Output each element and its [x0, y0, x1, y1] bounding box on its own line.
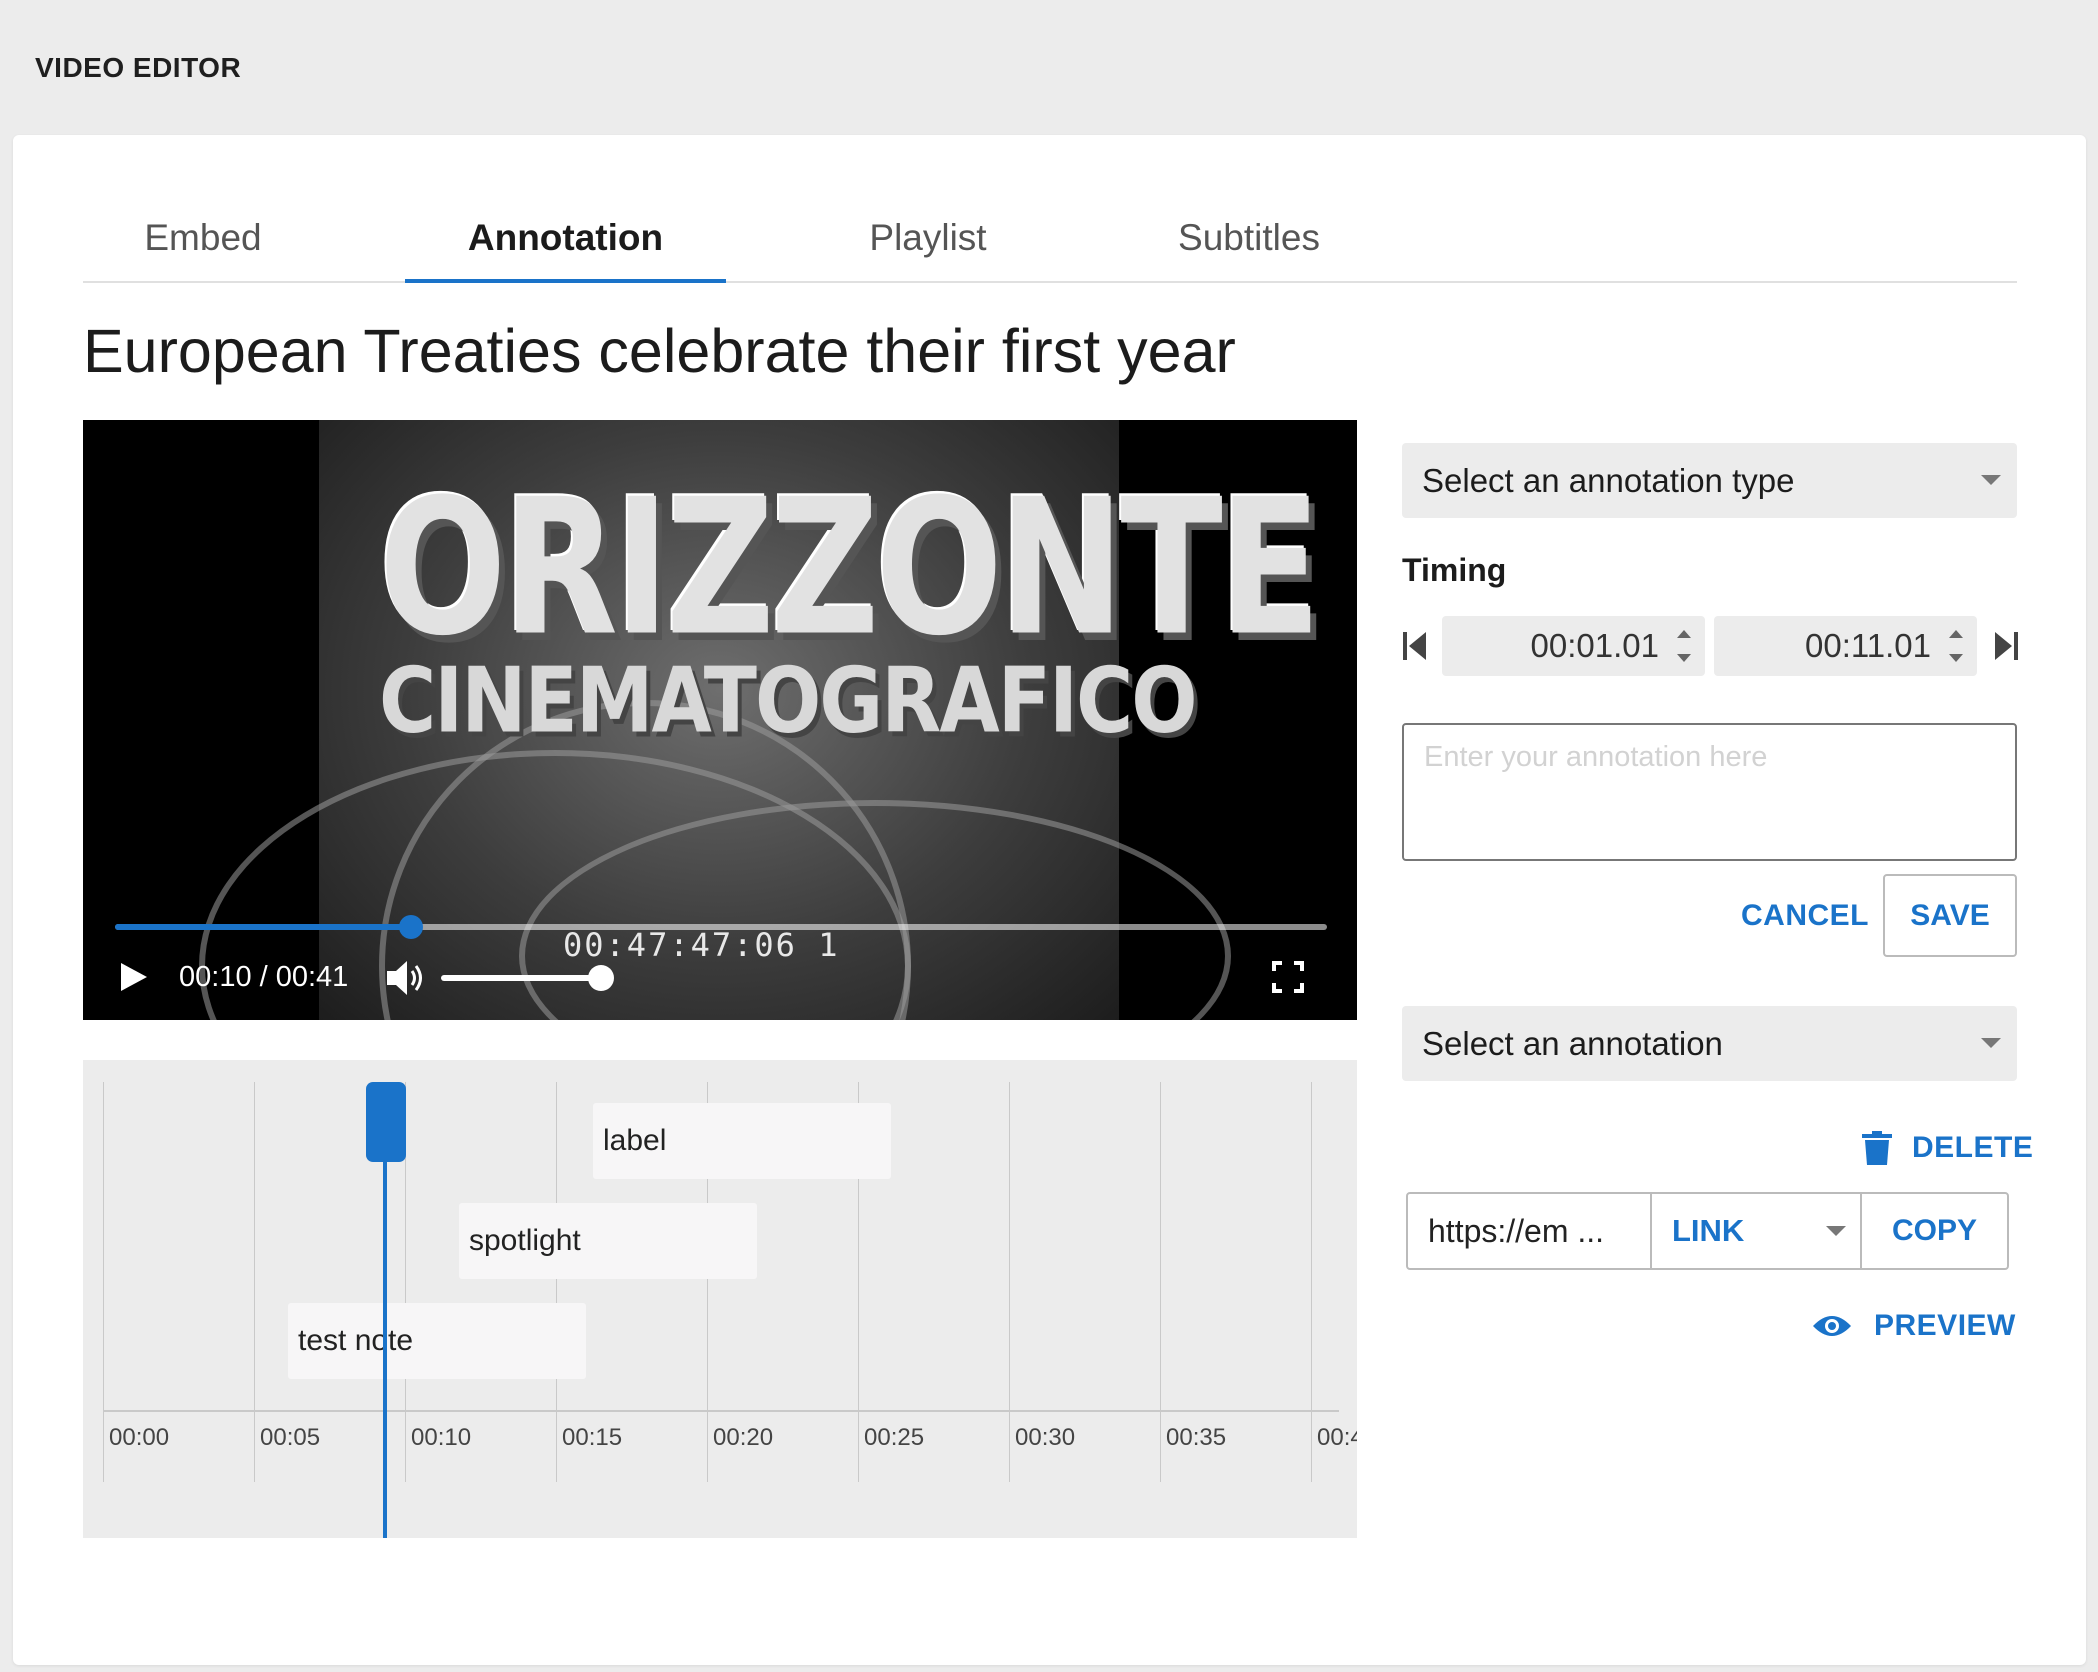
- volume-icon[interactable]: [385, 958, 427, 998]
- timeline-tick-label: 00:30: [1015, 1424, 1076, 1451]
- volume-slider[interactable]: [441, 975, 601, 981]
- volume-handle[interactable]: [588, 965, 614, 991]
- copy-button[interactable]: COPY: [1862, 1194, 2007, 1268]
- timeline-tick-label: 00:35: [1166, 1424, 1227, 1451]
- tab-subtitles[interactable]: Subtitles: [1129, 195, 1369, 281]
- tab-playlist[interactable]: Playlist: [808, 195, 1048, 281]
- annotation-block-label[interactable]: label: [593, 1103, 891, 1179]
- preview-label: PREVIEW: [1874, 1309, 2016, 1342]
- annotation-text-input[interactable]: [1402, 723, 2017, 861]
- end-time-field[interactable]: 00:11.01: [1714, 616, 1977, 676]
- timeline-gridline: [254, 1082, 255, 1482]
- delete-label: DELETE: [1912, 1131, 2034, 1164]
- delete-button[interactable]: DELETE: [1862, 1128, 2033, 1168]
- tab-embed[interactable]: Embed: [83, 195, 323, 281]
- video-player[interactable]: ORIZZONTE CINEMATOGRAFICO 00:47:47:06 1 …: [83, 420, 1357, 1020]
- skip-to-end-icon[interactable]: [1993, 630, 2019, 662]
- timeline-gridline: [1311, 1082, 1312, 1482]
- tab-bar: Embed Annotation Playlist Subtitles: [83, 195, 2017, 283]
- timeline-gridline: [1009, 1082, 1010, 1482]
- timing-label: Timing: [1402, 552, 1507, 588]
- playhead-line: [383, 1100, 387, 1538]
- frame-title-text: ORIZZONTE: [379, 460, 1321, 678]
- chevron-down-icon: [1826, 1226, 1846, 1236]
- timeline-tick-label: 00:05: [260, 1424, 321, 1451]
- annotation-block-spotlight[interactable]: spotlight: [459, 1203, 757, 1279]
- timeline-tick-label: 00:00: [109, 1424, 170, 1451]
- timeline-gridline: [556, 1082, 557, 1482]
- decrement-icon[interactable]: [1677, 654, 1691, 662]
- annotation-timeline[interactable]: 00:00 00:05 00:10 00:15 00:20 00:25 00:3…: [83, 1060, 1357, 1538]
- preview-button[interactable]: PREVIEW: [1812, 1306, 2016, 1346]
- annotation-type-select-label: Select an annotation type: [1422, 461, 1795, 499]
- timeline-tick-label: 00:10: [411, 1424, 472, 1451]
- timeline-tick-label: 00:25: [864, 1424, 925, 1451]
- chevron-down-icon: [1981, 1038, 2001, 1048]
- progress-bar[interactable]: [115, 915, 1327, 939]
- increment-icon[interactable]: [1677, 630, 1691, 638]
- progress-handle[interactable]: [398, 915, 423, 939]
- timeline-tick-label: 00:40: [1317, 1424, 1357, 1451]
- progress-fill: [115, 924, 411, 930]
- link-type-label: LINK: [1672, 1213, 1745, 1248]
- share-url-field[interactable]: https://em ...: [1408, 1194, 1652, 1268]
- annotation-select[interactable]: Select an annotation: [1402, 1006, 2017, 1081]
- time-readout: 00:10 / 00:41: [179, 961, 349, 993]
- link-type-select[interactable]: LINK: [1652, 1194, 1862, 1268]
- share-link-group: https://em ... LINK COPY: [1406, 1192, 2009, 1270]
- tab-annotation[interactable]: Annotation: [405, 195, 726, 283]
- trash-icon: [1862, 1131, 1892, 1165]
- burned-timecode: 00:47:47:06 1: [563, 926, 840, 964]
- cancel-button[interactable]: CANCEL: [1741, 899, 1869, 933]
- timeline-gridline: [103, 1082, 104, 1482]
- timeline-gridline: [1160, 1082, 1161, 1482]
- timeline-tick-label: 00:20: [713, 1424, 774, 1451]
- timeline-tick-label: 00:15: [562, 1424, 623, 1451]
- end-time-value: 00:11.01: [1804, 627, 1931, 664]
- increment-icon[interactable]: [1949, 630, 1963, 638]
- eye-icon: [1813, 1316, 1851, 1336]
- skip-to-start-icon[interactable]: [1402, 630, 1428, 662]
- start-time-value: 00:01.01: [1530, 627, 1659, 664]
- annotation-select-label: Select an annotation: [1422, 1024, 1723, 1062]
- save-button[interactable]: SAVE: [1883, 874, 2017, 957]
- app-title: VIDEO EDITOR: [35, 52, 242, 83]
- page-title: European Treaties celebrate their first …: [83, 317, 1236, 385]
- decrement-icon[interactable]: [1949, 654, 1963, 662]
- annotation-block-test-note[interactable]: test note: [288, 1303, 586, 1379]
- start-time-field[interactable]: 00:01.01: [1442, 616, 1705, 676]
- annotation-type-select[interactable]: Select an annotation type: [1402, 443, 2017, 518]
- chevron-down-icon: [1981, 475, 2001, 485]
- timeline-axis: [103, 1410, 1339, 1412]
- playhead-handle[interactable]: [366, 1082, 406, 1162]
- play-icon[interactable]: [116, 960, 150, 994]
- frame-subtitle-text: CINEMATOGRAFICO: [379, 650, 1198, 754]
- fullscreen-icon[interactable]: [1271, 960, 1305, 994]
